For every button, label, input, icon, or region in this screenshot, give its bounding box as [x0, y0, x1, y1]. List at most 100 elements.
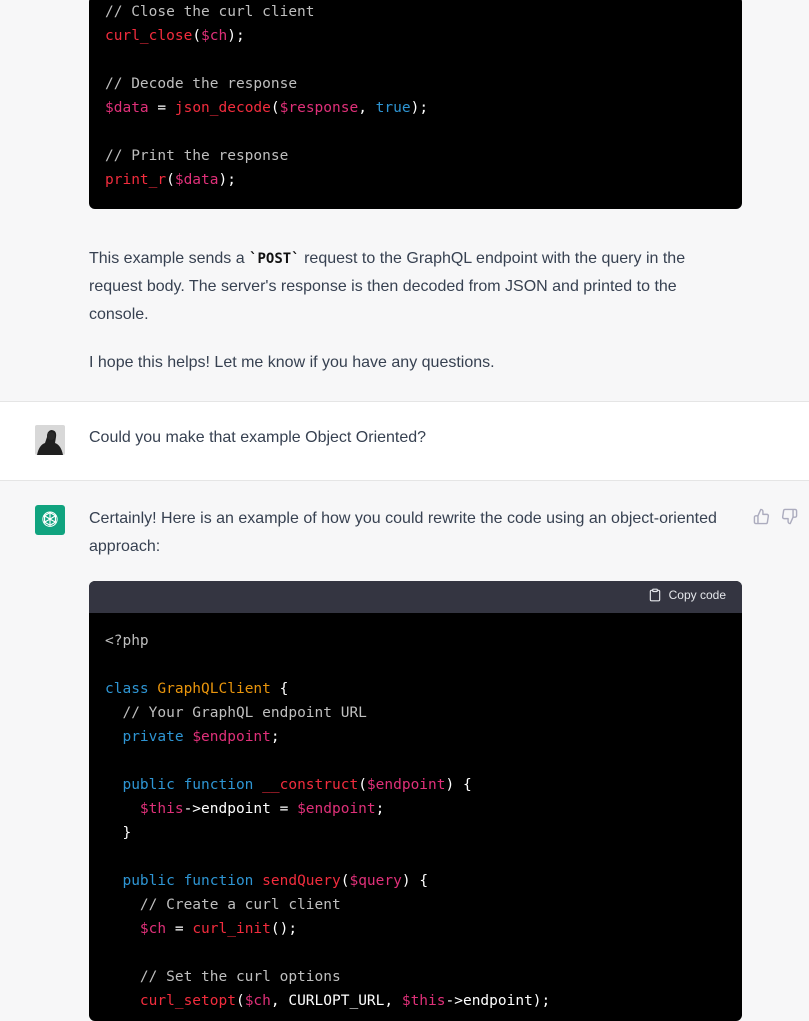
code-token: sendQuery: [262, 873, 341, 889]
code-line: $data = json_decode($response, true);: [105, 96, 726, 120]
code-token: // Your GraphQL endpoint URL: [122, 705, 367, 721]
code-token: __construct: [262, 777, 359, 793]
code-line: public function sendQuery($query) {: [105, 869, 726, 893]
code-token: =: [166, 921, 193, 937]
code-token: ();: [270, 921, 298, 937]
code-token: // Print the response: [105, 148, 289, 164]
top-code-lines: // Close the curl client curl_close($ch);…: [89, 0, 742, 192]
code-token: // Create a curl client: [139, 897, 341, 913]
copy-code-label: Copy code: [668, 588, 726, 602]
code-token: $endpoint: [366, 777, 446, 793]
code-token: , CURLOPT_URL,: [270, 993, 402, 1009]
clipboard-icon: [649, 588, 660, 602]
code-token: ;: [375, 801, 385, 817]
code-token: curl_init: [192, 921, 271, 937]
code-line: curl_close($ch);: [105, 24, 726, 48]
user-avatar: [35, 425, 65, 455]
code-token: ->endpoint =: [183, 801, 298, 817]
code-token: $query: [349, 873, 402, 889]
assistant-message-1-paragraph-2: I hope this helps! Let me know if you ha…: [89, 354, 495, 371]
code-token: ) {: [445, 777, 472, 793]
inline-code-post: `POST`: [249, 251, 300, 267]
code-line: // Your GraphQL endpoint URL: [105, 701, 726, 725]
code-token: public function: [122, 873, 263, 889]
code-token: (: [358, 777, 367, 793]
thumbs-up-icon[interactable]: [753, 508, 770, 530]
code-token: // Decode the response: [105, 76, 298, 92]
code-line: // Decode the response: [105, 72, 726, 96]
code-token: (: [166, 172, 175, 188]
openai-logo-icon: [35, 505, 65, 535]
code-token: <?php: [105, 633, 149, 649]
para1-text-before: This example sends a: [89, 250, 250, 267]
bottom-code-block: Copy code <?php class GraphQLClient { //…: [89, 581, 742, 1021]
bottom-code-lines: <?php class GraphQLClient { // Your Grap…: [89, 613, 742, 1013]
code-token: $this: [401, 993, 446, 1009]
code-line: // Close the curl client: [105, 0, 726, 24]
code-token: (: [192, 28, 202, 44]
assistant-message-2-intro: Certainly! Here is an example of how you…: [89, 510, 717, 555]
assistant-message-1-paragraph-1: This example sends a `POST` request to t…: [89, 245, 719, 329]
code-line: // Set the curl options: [105, 965, 726, 989]
code-token: $response: [279, 100, 359, 116]
code-token: // Set the curl options: [139, 969, 341, 985]
code-line: curl_setopt($ch, CURLOPT_URL, $this->end…: [105, 989, 726, 1013]
code-line: class GraphQLClient {: [105, 677, 726, 701]
code-token: }: [105, 825, 132, 841]
code-token: (: [235, 993, 245, 1009]
code-token: json_decode: [174, 100, 271, 116]
code-line: <?php: [105, 629, 726, 653]
code-token: GraphQLClient: [157, 681, 271, 697]
code-token: private: [122, 729, 193, 745]
code-token: =: [148, 100, 175, 116]
code-line: private $endpoint;: [105, 725, 726, 749]
code-line: // Print the response: [105, 144, 726, 168]
code-token: ) {: [401, 873, 429, 889]
copy-code-button[interactable]: Copy code: [648, 588, 726, 602]
code-token: true: [375, 100, 411, 116]
code-token: curl_setopt: [139, 993, 236, 1009]
code-header: Copy code: [89, 581, 742, 613]
code-token: );: [410, 100, 429, 116]
code-token: curl_close: [105, 28, 193, 44]
code-token: (: [270, 100, 280, 116]
code-token: ->endpoint);: [445, 993, 551, 1009]
code-token: );: [218, 172, 236, 188]
code-line: }: [105, 821, 726, 845]
code-token: ,: [358, 100, 376, 116]
code-token: );: [227, 28, 245, 44]
code-token: // Close the curl client: [105, 4, 315, 20]
code-token: $ch: [244, 993, 271, 1009]
code-token: ;: [270, 729, 280, 745]
code-line: $ch = curl_init();: [105, 917, 726, 941]
code-token: $ch: [139, 921, 167, 937]
divider-bottom: [0, 480, 809, 481]
code-token: $data: [105, 100, 149, 116]
thumbs-down-icon[interactable]: [781, 508, 798, 530]
top-code-block: // Close the curl client curl_close($ch);…: [89, 0, 742, 209]
code-token: $endpoint: [192, 729, 271, 745]
code-token: public function: [122, 777, 263, 793]
code-line: // Create a curl client: [105, 893, 726, 917]
code-token: class: [105, 681, 158, 697]
code-token: print_r: [105, 172, 167, 188]
code-line: print_r($data);: [105, 168, 726, 192]
user-message-text: Could you make that example Object Orien…: [89, 429, 427, 446]
code-line: public function __construct($endpoint) {: [105, 773, 726, 797]
code-token: $data: [174, 172, 219, 188]
